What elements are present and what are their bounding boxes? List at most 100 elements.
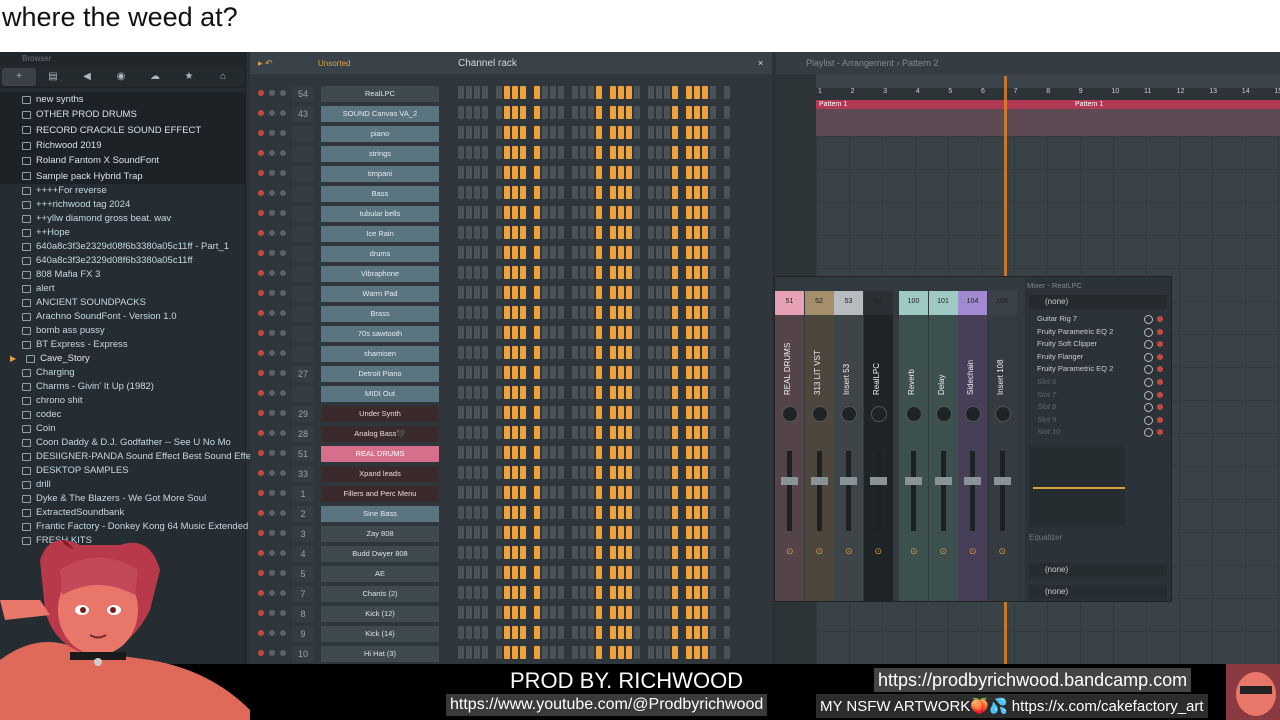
channel-mixer-track[interactable]: 27: [292, 366, 314, 382]
step-button[interactable]: [710, 466, 716, 479]
volume-fader[interactable]: [911, 451, 916, 531]
step-button[interactable]: [626, 186, 632, 199]
step-button[interactable]: [618, 426, 624, 439]
step-button[interactable]: [558, 386, 564, 399]
step-button[interactable]: [542, 646, 548, 659]
step-button[interactable]: [482, 346, 488, 359]
step-button[interactable]: [572, 226, 578, 239]
step-button[interactable]: [474, 466, 480, 479]
step-button[interactable]: [558, 286, 564, 299]
step-button[interactable]: [572, 246, 578, 259]
step-button[interactable]: [466, 646, 472, 659]
step-button[interactable]: [672, 586, 678, 599]
step-button[interactable]: [664, 426, 670, 439]
step-button[interactable]: [474, 126, 480, 139]
step-button[interactable]: [558, 646, 564, 659]
channel-row[interactable]: 2 Sine Bass: [250, 504, 772, 524]
mute-led[interactable]: [258, 610, 264, 616]
step-button[interactable]: [588, 226, 594, 239]
step-button[interactable]: [520, 406, 526, 419]
step-button[interactable]: [558, 266, 564, 279]
step-button[interactable]: [618, 646, 624, 659]
step-button[interactable]: [618, 306, 624, 319]
browser-folder[interactable]: OTHER PROD DRUMS: [0, 107, 245, 123]
channel-name-button[interactable]: Zay 808: [321, 526, 439, 542]
step-button[interactable]: [534, 326, 540, 339]
step-button[interactable]: [474, 566, 480, 579]
step-button[interactable]: [724, 606, 730, 619]
step-button[interactable]: [702, 586, 708, 599]
step-button[interactable]: [458, 386, 464, 399]
step-button[interactable]: [596, 346, 602, 359]
volume-fader[interactable]: [875, 451, 881, 531]
pan-knob[interactable]: [280, 630, 286, 636]
step-button[interactable]: [626, 246, 632, 259]
step-button[interactable]: [634, 386, 640, 399]
step-button[interactable]: [466, 426, 472, 439]
step-button[interactable]: [496, 326, 502, 339]
fader-handle[interactable]: [993, 477, 1011, 485]
step-button[interactable]: [550, 86, 556, 99]
step-button[interactable]: [512, 626, 518, 639]
step-button[interactable]: [618, 226, 624, 239]
step-button[interactable]: [710, 86, 716, 99]
fader-handle[interactable]: [934, 477, 952, 485]
browser-folder[interactable]: Dyke & The Blazers - We Got More Soul: [0, 492, 245, 506]
cloud-icon[interactable]: ☁: [138, 68, 172, 86]
pan-knob[interactable]: [965, 406, 981, 422]
step-button[interactable]: [550, 146, 556, 159]
step-button[interactable]: [458, 166, 464, 179]
step-button[interactable]: [724, 626, 730, 639]
step-button[interactable]: [618, 546, 624, 559]
step-button[interactable]: [580, 466, 586, 479]
step-button[interactable]: [694, 546, 700, 559]
step-button[interactable]: [458, 506, 464, 519]
channel-mixer-track[interactable]: 4: [292, 546, 314, 562]
step-button[interactable]: [542, 566, 548, 579]
step-button[interactable]: [550, 606, 556, 619]
step-button[interactable]: [626, 586, 632, 599]
pan-knob[interactable]: [782, 406, 798, 422]
step-button[interactable]: [724, 186, 730, 199]
pan-knob[interactable]: [280, 310, 286, 316]
pan-knob[interactable]: [280, 570, 286, 576]
step-button[interactable]: [656, 326, 662, 339]
step-button[interactable]: [626, 426, 632, 439]
step-button[interactable]: [558, 406, 564, 419]
channel-row[interactable]: strings: [250, 144, 772, 164]
step-button[interactable]: [724, 486, 730, 499]
step-button[interactable]: [626, 346, 632, 359]
step-button[interactable]: [702, 406, 708, 419]
step-button[interactable]: [482, 286, 488, 299]
channel-mixer-track[interactable]: 1: [292, 486, 314, 502]
step-button[interactable]: [512, 546, 518, 559]
step-button[interactable]: [482, 406, 488, 419]
step-button[interactable]: [610, 586, 616, 599]
step-button[interactable]: [580, 406, 586, 419]
step-button[interactable]: [572, 306, 578, 319]
step-button[interactable]: [474, 186, 480, 199]
channel-name-button[interactable]: Brass: [321, 306, 439, 322]
step-button[interactable]: [618, 466, 624, 479]
step-button[interactable]: [672, 326, 678, 339]
volume-fader[interactable]: [970, 451, 975, 531]
step-button[interactable]: [634, 526, 640, 539]
step-button[interactable]: [656, 546, 662, 559]
step-button[interactable]: [482, 386, 488, 399]
step-button[interactable]: [588, 306, 594, 319]
step-button[interactable]: [694, 326, 700, 339]
step-button[interactable]: [534, 306, 540, 319]
mute-led[interactable]: [258, 510, 264, 516]
channel-mixer-track[interactable]: [292, 166, 314, 182]
step-button[interactable]: [504, 166, 510, 179]
step-button[interactable]: [724, 366, 730, 379]
step-button[interactable]: [610, 286, 616, 299]
step-button[interactable]: [550, 406, 556, 419]
channel-mixer-track[interactable]: 28: [292, 426, 314, 442]
globe-icon[interactable]: ◉: [104, 68, 138, 86]
step-button[interactable]: [588, 626, 594, 639]
channel-row[interactable]: 5 AE: [250, 564, 772, 584]
step-button[interactable]: [572, 426, 578, 439]
step-button[interactable]: [458, 646, 464, 659]
step-button[interactable]: [482, 566, 488, 579]
